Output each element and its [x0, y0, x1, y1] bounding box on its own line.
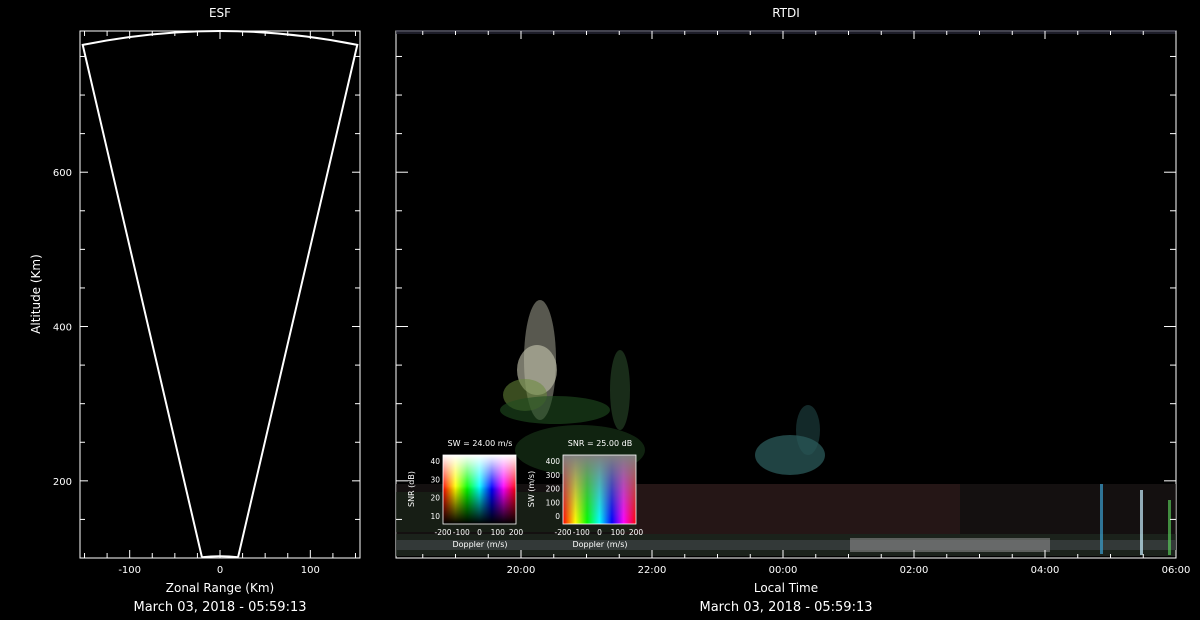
esf-ytick-label: 600 [53, 168, 72, 179]
inset-ytick-label: 300 [546, 471, 561, 480]
esf-xtick-label: 100 [301, 565, 320, 576]
rtdi-xtick-label: 22:00 [638, 565, 667, 576]
inset-sw-title: SNR = 25.00 dB [568, 439, 632, 448]
esf-plot-frame [79, 30, 361, 559]
esf-xtick-label: -100 [118, 565, 141, 576]
inset-xtick-label: 100 [491, 528, 506, 537]
inset-xtick-label: 0 [477, 528, 482, 537]
rtdi-title: RTDI [772, 6, 800, 20]
esf-timestamp: March 03, 2018 - 05:59:13 [134, 600, 307, 615]
inset-xtick-label: 100 [611, 528, 626, 537]
rtdi-xtick-label: 04:00 [1031, 565, 1060, 576]
inset-snr-ylabel: SNR (dB) [407, 471, 416, 507]
inset-ytick-label: 400 [546, 457, 561, 466]
esf-ytick-label: 400 [53, 323, 72, 334]
esf-panel: ESF 200 400 600 -100 0 100 Altitude (Km) Zon… [29, 6, 361, 615]
inset-snr-xlabel: Doppler (m/s) [452, 540, 507, 549]
esf-y-axis-label: Altitude (Km) [29, 254, 43, 334]
rtdi-xtick-label: 20:00 [507, 565, 536, 576]
figure-canvas: ESF 200400600 -100 0 100 Altitude (Km) Zon… [29, 6, 1191, 615]
inset-ytick-label: 10 [430, 512, 440, 521]
inset-xtick-label: -200 [554, 528, 571, 537]
rtdi-xtick-label: 02:00 [900, 565, 929, 576]
inset-ytick-label: 40 [430, 457, 440, 466]
inset-xtick-label: -100 [573, 528, 590, 537]
esf-x-axis-label: Zonal Range (Km) [166, 581, 274, 595]
inset-ytick-label: 200 [546, 485, 561, 494]
rtdi-panel: RTDI 20:00 22:00 00:00 02:00 04:00 06:00 Loc [395, 6, 1191, 615]
esf-xtick-label: 0 [217, 565, 223, 576]
inset-ytick-label: 0 [555, 512, 560, 521]
inset-xtick-label: -100 [453, 528, 470, 537]
rtdi-x-tick-labels: 20:00 22:00 00:00 02:00 04:00 06:00 [507, 565, 1191, 576]
inset-xtick-label: 0 [597, 528, 602, 537]
esf-x-tick-labels: -100 0 100 [118, 565, 320, 576]
inset-xtick-label: 200 [509, 528, 524, 537]
rtdi-timestamp: March 03, 2018 - 05:59:13 [700, 600, 873, 615]
inset-snr-title: SW = 24.00 m/s [448, 439, 513, 448]
esf-title: ESF [209, 6, 231, 20]
esf-beam-bottom-arc [201, 555, 239, 559]
rtdi-xtick-label: 06:00 [1162, 565, 1191, 576]
inset-xtick-label: -200 [434, 528, 451, 537]
inset-xtick-label: 200 [629, 528, 644, 537]
inset-ytick-label: 30 [430, 475, 440, 484]
esf-ytick-label: 200 [53, 477, 72, 488]
rtdi-xtick-label: 00:00 [769, 565, 798, 576]
inset-ytick-label: 100 [546, 498, 561, 507]
inset-ytick-label: 20 [430, 494, 440, 503]
esf-y-tick-labels: 200 400 600 [53, 168, 72, 488]
inset-sw-ylabel: SW (m/s) [527, 471, 536, 507]
inset-sw-xlabel: Doppler (m/s) [572, 540, 627, 549]
rtdi-x-axis-label: Local Time [754, 581, 818, 595]
